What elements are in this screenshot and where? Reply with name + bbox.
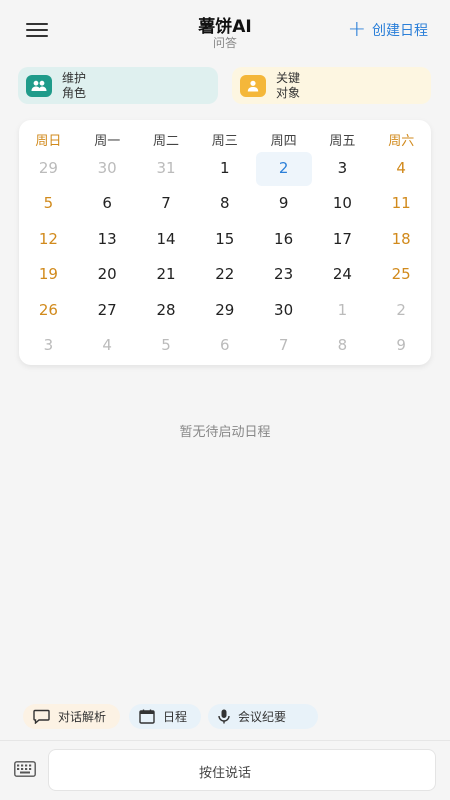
calendar-day[interactable]: 27 xyxy=(78,293,137,328)
calendar-day[interactable]: 31 xyxy=(137,151,196,186)
calendar-day[interactable]: 9 xyxy=(254,186,313,221)
weekday-label: 周二 xyxy=(152,134,179,149)
create-schedule-button[interactable]: + 创建日程 xyxy=(347,17,428,42)
hold-to-talk-button[interactable]: 按住说话 xyxy=(48,749,436,791)
calendar-day[interactable]: 25 xyxy=(372,257,431,292)
role-card-line1: 维护 xyxy=(62,70,87,85)
calendar-day[interactable]: 22 xyxy=(195,257,254,292)
chat-icon xyxy=(33,709,50,724)
bottom-input-bar: 按住说话 xyxy=(0,740,450,800)
chip-label: 会议纪要 xyxy=(238,710,287,724)
calendar-day[interactable]: 5 xyxy=(19,186,78,221)
calendar-day[interactable]: 10 xyxy=(313,186,372,221)
weekday-label: 周一 xyxy=(94,134,121,149)
chip-label: 对话解析 xyxy=(58,710,107,724)
create-schedule-label: 创建日程 xyxy=(372,23,428,39)
meeting-notes-button[interactable]: 会议纪要 xyxy=(208,704,318,729)
calendar-day[interactable]: 19 xyxy=(19,257,78,292)
calendar-day[interactable]: 2 xyxy=(372,293,431,328)
calendar-day[interactable]: 6 xyxy=(195,328,254,363)
calendar-day[interactable]: 3 xyxy=(19,328,78,363)
calendar-day[interactable]: 3 xyxy=(313,151,372,186)
calendar-day[interactable]: 8 xyxy=(195,186,254,221)
calendar-day[interactable]: 6 xyxy=(78,186,137,221)
calendar-day[interactable]: 18 xyxy=(372,222,431,257)
calendar-day[interactable]: 14 xyxy=(137,222,196,257)
calendar-day[interactable]: 4 xyxy=(372,151,431,186)
weekday-label: 周五 xyxy=(329,134,356,149)
calendar-day[interactable]: 7 xyxy=(254,328,313,363)
empty-schedule-text: 暂无待启动日程 xyxy=(179,425,271,440)
calendar-day[interactable]: 5 xyxy=(137,328,196,363)
calendar-day[interactable]: 29 xyxy=(195,293,254,328)
chat-parse-button[interactable]: 对话解析 xyxy=(23,704,120,729)
schedule-button[interactable]: 日程 xyxy=(129,704,201,729)
calendar-day[interactable]: 13 xyxy=(78,222,137,257)
weekday-label: 周三 xyxy=(211,134,238,149)
weekday-header: 周日 周一 周二 周三 周四 周五 周六 xyxy=(19,120,431,154)
calendar-day[interactable]: 28 xyxy=(137,293,196,328)
calendar-day[interactable]: 8 xyxy=(313,328,372,363)
calendar-day[interactable]: 4 xyxy=(78,328,137,363)
calendar-day[interactable]: 7 xyxy=(137,186,196,221)
calendar-day[interactable]: 26 xyxy=(19,293,78,328)
maintain-roles-card[interactable]: 维护 角色 xyxy=(18,67,218,104)
role-card-line1: 关键 xyxy=(276,70,301,85)
role-card-line2: 角色 xyxy=(62,85,87,100)
keyboard-icon[interactable] xyxy=(14,761,36,777)
people-icon xyxy=(26,74,52,97)
calendar-day[interactable]: 20 xyxy=(78,257,137,292)
calendar-day[interactable]: 17 xyxy=(313,222,372,257)
calendar-icon xyxy=(139,709,155,724)
calendar-day[interactable]: 1 xyxy=(313,293,372,328)
hold-to-talk-label: 按住说话 xyxy=(199,766,252,781)
plus-icon: + xyxy=(347,17,366,42)
calendar-day[interactable]: 23 xyxy=(254,257,313,292)
calendar-day[interactable]: 1 xyxy=(195,151,254,186)
calendar-day[interactable]: 2 xyxy=(254,151,313,186)
weekday-label: 周六 xyxy=(388,134,415,149)
calendar-day[interactable]: 21 xyxy=(137,257,196,292)
calendar-day[interactable]: 24 xyxy=(313,257,372,292)
calendar-day[interactable]: 30 xyxy=(254,293,313,328)
weekday-label: 周日 xyxy=(35,134,62,149)
calendar: 周日 周一 周二 周三 周四 周五 周六 29 30 31 1 2 3 4 5 6 7 8 9 10 11… xyxy=(19,120,431,365)
calendar-day[interactable]: 12 xyxy=(19,222,78,257)
quick-actions-bar: 对话解析 日程 会议纪要 xyxy=(0,698,450,738)
app-header: 薯饼AI 问答 + 创建日程 xyxy=(0,0,450,60)
calendar-day[interactable]: 11 xyxy=(372,186,431,221)
calendar-day[interactable]: 16 xyxy=(254,222,313,257)
calendar-day[interactable]: 15 xyxy=(195,222,254,257)
chip-label: 日程 xyxy=(163,710,188,724)
calendar-day[interactable]: 30 xyxy=(78,151,137,186)
calendar-day[interactable]: 29 xyxy=(19,151,78,186)
mic-icon xyxy=(218,709,230,724)
person-icon xyxy=(240,74,266,97)
calendar-day[interactable]: 9 xyxy=(372,328,431,363)
role-card-line2: 对象 xyxy=(276,85,301,100)
key-targets-card[interactable]: 关键 对象 xyxy=(232,67,431,104)
weekday-label: 周四 xyxy=(270,134,297,149)
